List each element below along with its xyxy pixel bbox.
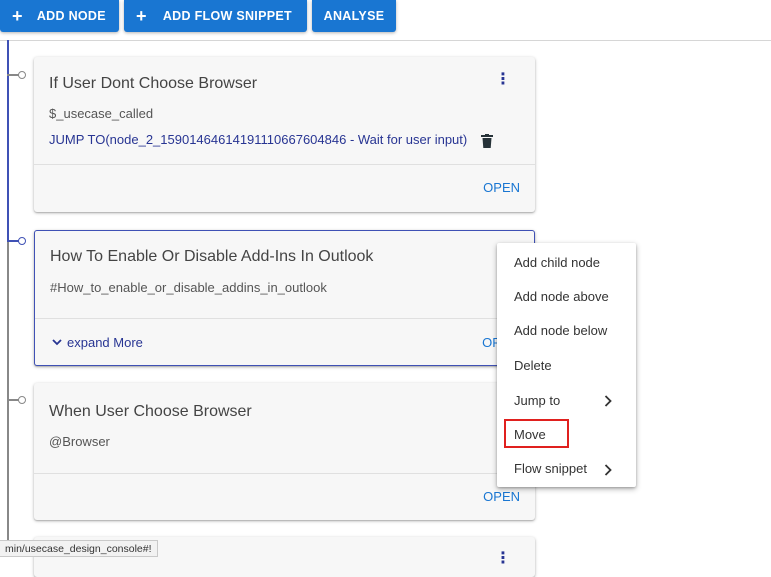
status-url-tooltip: min/usecase_design_console#! xyxy=(0,540,158,557)
node-card[interactable]: When User Choose Browser @Browser OPEN xyxy=(34,383,535,520)
node-intent: $_usecase_called xyxy=(49,106,154,121)
card-divider xyxy=(34,164,535,165)
node-title: How To Enable Or Disable Add-Ins In Outl… xyxy=(50,248,374,265)
analyse-label: ANALYSE xyxy=(323,9,385,23)
more-vert-icon[interactable]: ⋮ xyxy=(495,72,511,88)
add-node-button[interactable]: + ADD NODE xyxy=(0,0,119,32)
expand-more-label: expand More xyxy=(67,335,143,350)
node-connector-icon xyxy=(18,71,26,79)
chevron-right-icon xyxy=(604,395,612,407)
chevron-right-icon xyxy=(604,464,612,476)
menu-item-flow-snippet[interactable]: Flow snippet xyxy=(514,461,587,476)
expand-more-button[interactable]: expand More xyxy=(52,335,143,350)
node-title: When User Choose Browser xyxy=(49,403,252,420)
open-button[interactable]: OPEN xyxy=(483,489,520,504)
add-flow-snippet-label: ADD FLOW SNIPPET xyxy=(162,9,292,23)
tree-line-active xyxy=(7,40,9,241)
menu-item-add-child-node[interactable]: Add child node xyxy=(514,255,600,270)
chevron-down-icon xyxy=(52,339,62,346)
node-intent: #How_to_enable_or_disable_addins_in_outl… xyxy=(50,280,327,295)
node-title: If User Dont Choose Browser xyxy=(49,75,258,92)
context-menu: Add child node Add node above Add node b… xyxy=(497,243,636,487)
node-connector-icon xyxy=(18,237,26,245)
add-flow-snippet-button[interactable]: + ADD FLOW SNIPPET xyxy=(124,0,307,32)
jump-to-link[interactable]: JUMP TO(node_2_1590146461419111066760484… xyxy=(49,132,467,147)
open-button[interactable]: OPEN xyxy=(483,180,520,195)
card-divider xyxy=(34,473,535,474)
analyse-button[interactable]: ANALYSE xyxy=(312,0,396,32)
node-card-active[interactable]: How To Enable Or Disable Add-Ins In Outl… xyxy=(34,230,535,366)
plus-icon: + xyxy=(136,6,147,26)
delete-icon[interactable] xyxy=(481,134,493,148)
menu-item-add-node-above[interactable]: Add node above xyxy=(514,289,609,304)
toolbar: + ADD NODE + ADD FLOW SNIPPET ANALYSE xyxy=(0,0,771,41)
menu-item-add-node-below[interactable]: Add node below xyxy=(514,323,607,338)
menu-item-jump-to[interactable]: Jump to xyxy=(514,393,560,408)
add-node-label: ADD NODE xyxy=(36,9,106,23)
plus-icon: + xyxy=(12,6,23,26)
node-card[interactable]: If User Dont Choose Browser ⋮ $_usecase_… xyxy=(34,57,535,212)
move-highlight-box xyxy=(504,419,569,448)
more-vert-icon[interactable]: ⋮ xyxy=(495,551,511,567)
card-divider xyxy=(35,318,534,319)
menu-item-delete[interactable]: Delete xyxy=(514,358,552,373)
node-intent: @Browser xyxy=(49,434,110,449)
node-connector-icon xyxy=(18,396,26,404)
